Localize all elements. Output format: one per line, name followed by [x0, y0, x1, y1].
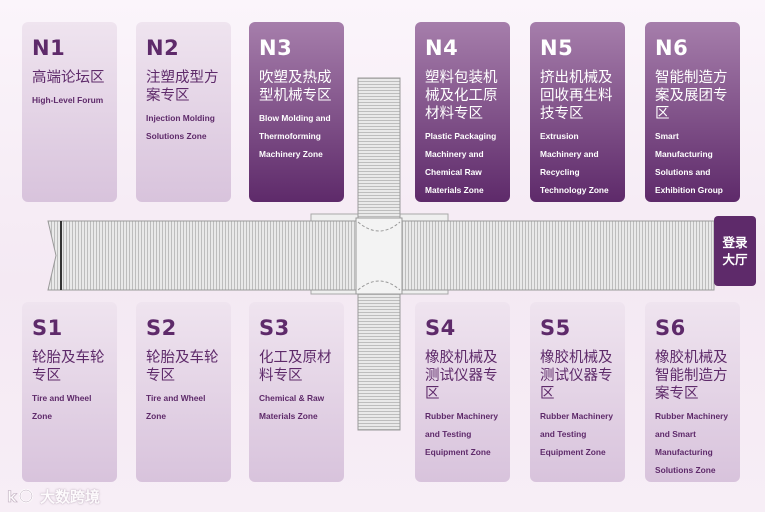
hall-name-cn: 橡胶机械及测试仪器专区: [425, 350, 498, 402]
hall-code: S2: [146, 316, 177, 340]
hall-code: N2: [146, 36, 180, 60]
watermark-text: 大数跨境: [40, 487, 101, 506]
hall-n4[interactable]: N4 塑料包装机械及化工原材料专区 Plastic Packaging Mach…: [415, 22, 510, 202]
hall-name-cn: 轮胎及车轮专区: [146, 350, 219, 384]
hall-code: N6: [655, 36, 689, 60]
hall-n3[interactable]: N3 吹塑及热成型机械专区 Blow Molding and Thermofor…: [249, 22, 344, 202]
hall-name-en: Plastic Packaging Machinery and Chemical…: [425, 131, 497, 195]
hall-name-cn: 塑料包装机械及化工原材料专区: [425, 70, 498, 122]
hall-name-en: High-Level Forum: [32, 95, 104, 105]
hall-name-en: Rubber Machinery and Testing Equipment Z…: [540, 411, 614, 457]
hall-n5[interactable]: N5 挤出机械及回收再生料技专区 Extrusion Machinery and…: [530, 22, 625, 202]
hall-name-en: Rubber Machinery and Smart Manufacturing…: [655, 411, 729, 475]
hall-name-en: Rubber Machinery and Testing Equipment Z…: [425, 411, 499, 457]
hall-name-en: Smart Manufacturing Solutions and Exhibi…: [655, 131, 723, 195]
hall-code: S1: [32, 316, 63, 340]
hall-name-cn: 吹塑及热成型机械专区: [259, 70, 332, 104]
hall-name-cn: 橡胶机械及智能制造方案专区: [655, 350, 728, 402]
hall-code: S3: [259, 316, 290, 340]
registration-lobby[interactable]: 登录大厅: [714, 216, 756, 286]
hall-name-cn: 橡胶机械及测试仪器专区: [540, 350, 613, 402]
hall-name-cn: 智能制造方案及展团专区: [655, 70, 728, 122]
hall-s2[interactable]: S2 轮胎及车轮专区 Tire and Wheel Zone: [136, 302, 231, 482]
hall-code: S5: [540, 316, 571, 340]
hall-name-en: Injection Molding Solutions Zone: [146, 113, 215, 141]
hall-name-cn: 挤出机械及回收再生料技专区: [540, 70, 613, 122]
hall-code: N5: [540, 36, 574, 60]
central-plaza: [355, 217, 403, 295]
hall-code: S6: [655, 316, 686, 340]
hall-code: N4: [425, 36, 459, 60]
hall-s6[interactable]: S6 橡胶机械及智能制造方案专区 Rubber Machinery and Sm…: [645, 302, 740, 482]
hall-s5[interactable]: S5 橡胶机械及测试仪器专区 Rubber Machinery and Test…: [530, 302, 625, 482]
hall-s3[interactable]: S3 化工及原材料专区 Chemical & Raw Materials Zon…: [249, 302, 344, 482]
hall-name-cn: 化工及原材料专区: [259, 350, 332, 384]
hall-name-en: Tire and Wheel Zone: [146, 393, 206, 421]
watermark-logo-icon: k: [7, 488, 34, 506]
hall-name-en: Extrusion Machinery and Recycling Techno…: [540, 131, 609, 195]
hall-code: S4: [425, 316, 456, 340]
hall-name-cn: 注塑成型方案专区: [146, 70, 219, 104]
hall-name-en: Chemical & Raw Materials Zone: [259, 393, 325, 421]
svg-text:k: k: [7, 488, 18, 506]
watermark: k 大数跨境: [6, 485, 100, 507]
hall-s1[interactable]: S1 轮胎及车轮专区 Tire and Wheel Zone: [22, 302, 117, 482]
hall-name-cn: 轮胎及车轮专区: [32, 350, 105, 384]
hall-s4[interactable]: S4 橡胶机械及测试仪器专区 Rubber Machinery and Test…: [415, 302, 510, 482]
lobby-label: 登录大厅: [722, 235, 748, 267]
hall-n1[interactable]: N1 高端论坛区 High-Level Forum: [22, 22, 117, 202]
hall-n2[interactable]: N2 注塑成型方案专区 Injection Molding Solutions …: [136, 22, 231, 202]
hall-code: N1: [32, 36, 66, 60]
hall-name-en: Blow Molding and Thermoforming Machinery…: [259, 113, 331, 159]
hall-n6[interactable]: N6 智能制造方案及展团专区 Smart Manufacturing Solut…: [645, 22, 740, 202]
hall-code: N3: [259, 36, 293, 60]
hall-name-cn: 高端论坛区: [32, 70, 105, 86]
hall-name-en: Tire and Wheel Zone: [32, 393, 92, 421]
